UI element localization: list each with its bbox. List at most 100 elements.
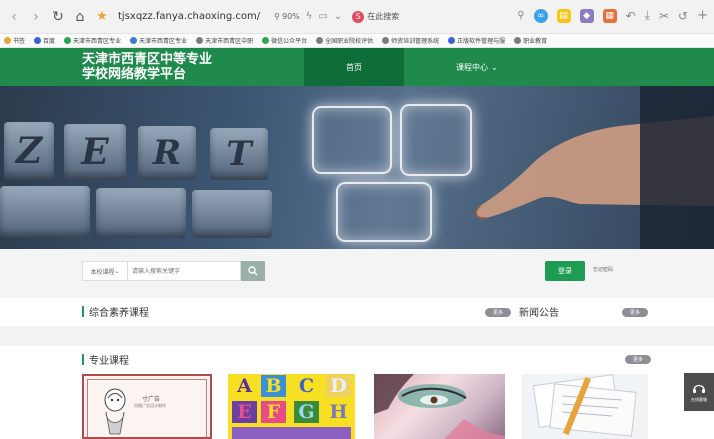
general-courses-label: 综合素养课程 [89, 308, 149, 319]
bookmark-icon [514, 37, 522, 44]
bookmark-item[interactable]: 职业教育 [514, 36, 547, 45]
course-card[interactable] [522, 374, 648, 439]
search-icon [248, 266, 258, 276]
bookmark-icon [316, 37, 324, 44]
browser-search-placeholder: 在此搜索 [367, 12, 400, 21]
keyboard-key [0, 186, 90, 238]
letter-tile: H [326, 401, 351, 423]
bookmark-item[interactable]: 天津市西青区专业 [130, 36, 187, 45]
professional-courses-title: 专业课程 [82, 352, 129, 367]
letter-tile: C [294, 375, 319, 397]
site-logo[interactable]: 天津市西青区中等专业 学校网络教学平台 [82, 52, 282, 82]
keyboard-key [192, 190, 272, 238]
undo-icon[interactable]: ↺ [678, 9, 688, 23]
course-scope-label: 本校课程 [90, 268, 115, 276]
bookmark-label: 天津市西青区专业 [73, 38, 122, 45]
chevron-down-icon: ⌄ [114, 267, 120, 275]
bookmark-label: 天津市西青区中职 [205, 38, 254, 45]
hand-illustration [474, 86, 714, 249]
bookmark-item[interactable]: 正版软件管理与服 [448, 36, 505, 45]
bookmark-item[interactable]: 微信公众平台 [262, 36, 307, 45]
key-letter: T [226, 134, 252, 174]
online-service-button[interactable]: 在线客服 [684, 373, 714, 411]
keyboard-key: R [138, 126, 196, 180]
course-card[interactable]: A B C D E F G H [228, 374, 355, 439]
extension-yellow-icon[interactable]: ▤ [556, 8, 571, 23]
bookmark-item[interactable]: 书签 [4, 36, 25, 45]
bookmark-label: 书签 [13, 38, 26, 45]
bookmark-icon [4, 37, 11, 44]
papers-illustration [532, 374, 637, 437]
forgot-password-link[interactable]: 忘记密码 [593, 266, 613, 273]
search-engine-icon: S [352, 10, 365, 23]
bookmark-item[interactable]: 百度 [34, 36, 55, 45]
zoom-control[interactable]: ⚲ 90% [274, 12, 300, 21]
bookmark-item[interactable]: 全国职业院校评估 [316, 36, 373, 45]
letter-row-partial [232, 427, 351, 439]
lightning-icon[interactable]: ϟ [306, 11, 313, 22]
chevron-down-icon[interactable]: ⌄ [334, 11, 342, 22]
letter-tile: A [232, 375, 257, 397]
letter-tile: B [261, 375, 286, 397]
course-card[interactable] [374, 374, 505, 439]
bookmark-label: 师资培训管理系统 [391, 38, 440, 45]
course-card[interactable]: 寸广告 风格广告设计制作 [82, 374, 212, 439]
address-bar[interactable]: tjsxqzz.fanya.chaoxing.com/ [118, 11, 260, 22]
nav-course-label: 课程中心 [456, 62, 488, 72]
key-letter: R [152, 133, 182, 173]
course-scope-select[interactable]: 本校课程 ⌄ [82, 261, 128, 281]
nav-course-center[interactable]: 课程中心 ⌄ [456, 48, 498, 86]
chevron-down-icon: ⌄ [491, 62, 498, 72]
extension-orange-icon[interactable]: ▦ [602, 8, 617, 23]
history-icon[interactable]: ↶ [626, 9, 636, 23]
site-header: 天津市西青区中等专业 学校网络教学平台 首页 课程中心 ⌄ [0, 48, 714, 86]
professional-courses-label: 专业课程 [89, 356, 129, 367]
zoom-level: 90% [281, 12, 300, 21]
bookmark-item[interactable]: 天津市西青区专业 [64, 36, 121, 45]
bookmark-label: 职业教育 [523, 38, 548, 45]
title-bar-accent [82, 354, 84, 365]
plus-icon[interactable]: + [697, 8, 708, 23]
search-icon[interactable]: ⚲ [517, 10, 524, 21]
home-icon[interactable]: ⌂ [72, 9, 88, 25]
search-button[interactable] [241, 261, 265, 281]
forward-icon[interactable]: › [28, 9, 44, 25]
cartoon-figure-illustration [104, 388, 126, 435]
bookmark-icon [196, 37, 204, 44]
browser-extensions: ⚲ ∞ ▤ ◆ ▦ ↶ ⤓ ✂ ↺ + [517, 8, 708, 23]
login-button[interactable]: 登录 [545, 261, 585, 281]
bookmark-label: 百度 [43, 38, 56, 45]
more-general-button[interactable]: 更多 [485, 308, 511, 317]
bookmarks-bar: 书签 百度 天津市西青区专业 天津市西青区专业 天津市西青区中职 微信公众平台 … [0, 34, 714, 48]
star-icon[interactable]: ★ [94, 9, 110, 25]
online-service-label: 在线客服 [691, 397, 707, 402]
back-icon[interactable]: ‹ [6, 9, 22, 25]
logo-line-1: 天津市西青区中等专业 [82, 52, 213, 67]
bookmark-label: 正版软件管理与服 [457, 38, 506, 45]
bookmark-icon [382, 37, 390, 44]
keyword-search-input[interactable] [128, 261, 241, 281]
browser-search[interactable]: S 在此搜索 [352, 10, 400, 23]
extension-purple-icon[interactable]: ◆ [579, 8, 594, 23]
more-news-button[interactable]: 更多 [622, 308, 648, 317]
extension-blue-icon[interactable]: ∞ [533, 8, 548, 23]
scissors-icon[interactable]: ✂ [659, 9, 669, 23]
refresh-icon[interactable]: ↻ [50, 9, 66, 25]
bookmark-item[interactable]: 天津市西青区中职 [196, 36, 253, 45]
more-professional-button[interactable]: 更多 [625, 355, 651, 364]
headset-icon [693, 384, 705, 393]
makeup-photo-illustration [374, 374, 505, 439]
download-icon[interactable]: ⤓ [645, 8, 650, 23]
section-divider [0, 326, 714, 346]
bookmark-item[interactable]: 师资培训管理系统 [382, 36, 439, 45]
logo-line-2: 学校网络教学平台 [82, 67, 187, 82]
page-icon[interactable]: ▭ [318, 11, 327, 22]
general-courses-title: 综合素养课程 [82, 304, 149, 319]
nav-home[interactable]: 首页 [304, 48, 404, 86]
page: ‹ › ↻ ⌂ ★ tjsxqzz.fanya.chaoxing.com/ ⚲ … [0, 0, 714, 439]
letter-tile: D [326, 375, 351, 397]
bookmark-icon [130, 37, 138, 44]
bookmark-label: 微信公众平台 [271, 38, 308, 45]
hero-banner: Z E R T [0, 86, 714, 249]
card1-subtitle: 风格广告设计制作 [134, 403, 166, 408]
